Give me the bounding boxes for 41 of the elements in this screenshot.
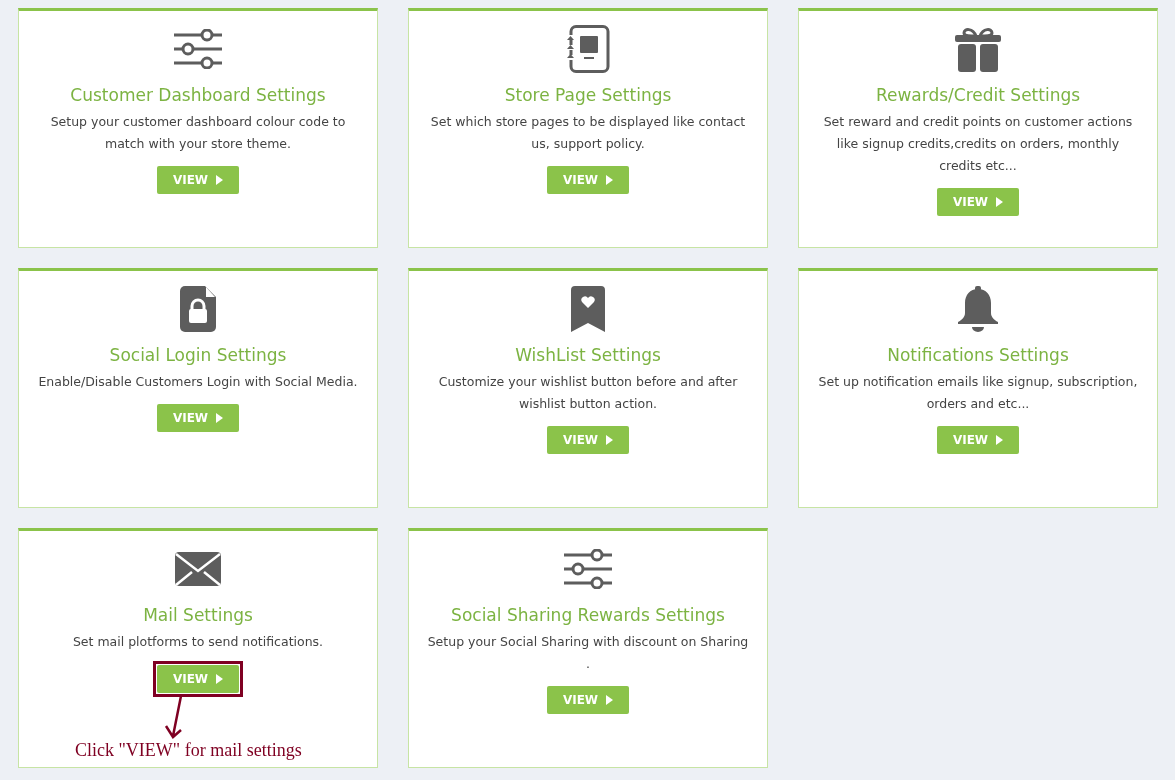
card-description: Enable/Disable Customers Login with Social Media. [38,373,358,391]
card-description: Setup your Social Sharing with discount on Sharing . [427,633,749,673]
play-icon [216,413,224,423]
play-icon [996,435,1004,445]
play-icon [216,674,224,684]
card-description: Set up notification emails like signup, subscription, orders and etc... [817,373,1139,413]
card-title: Rewards/Credit Settings [875,84,1081,107]
play-icon [606,695,614,705]
card-description: Set which store pages to be displayed like contact us, support policy. [429,113,747,153]
card-title: Mail Settings [143,604,253,627]
file-lock-icon [180,286,216,332]
play-icon [606,435,614,445]
notebook-icon [566,25,610,73]
card-title: Store Page Settings [504,84,672,107]
sliders-icon [174,29,222,69]
bookmark-heart-icon [571,286,605,332]
view-button[interactable]: VIEW [157,166,239,194]
card-description: Set reward and credit points on customer actions like signup credits,credits on orders, monthly credits etc... [822,113,1134,175]
gift-icon [955,26,1001,72]
view-button[interactable]: VIEW [157,665,239,693]
view-button[interactable]: VIEW [547,166,629,194]
card-description: Setup your customer dashboard colour code to match with your store theme. [49,113,347,153]
card-title: Social Login Settings [109,344,287,367]
play-icon [216,175,224,185]
view-button[interactable]: VIEW [937,426,1019,454]
card-title: Customer Dashboard Settings [70,84,326,107]
card-title: WishList Settings [515,344,661,367]
bell-icon [958,286,998,332]
card-description: Set mail plotforms to send notifications. [72,633,324,651]
play-icon [606,175,614,185]
card-description: Customize your wishlist button before and after wishlist button action. [437,373,739,413]
envelope-icon [175,552,221,586]
card-title: Notifications Settings [887,344,1069,367]
annotation-text: Click "VIEW" for mail settings [75,740,302,760]
sliders-icon [564,549,612,589]
view-button[interactable]: VIEW [157,404,239,432]
play-icon [996,197,1004,207]
card-title: Social Sharing Rewards Settings [451,604,725,627]
view-button[interactable]: VIEW [547,426,629,454]
view-button[interactable]: VIEW [937,188,1019,216]
view-button[interactable]: VIEW [547,686,629,714]
